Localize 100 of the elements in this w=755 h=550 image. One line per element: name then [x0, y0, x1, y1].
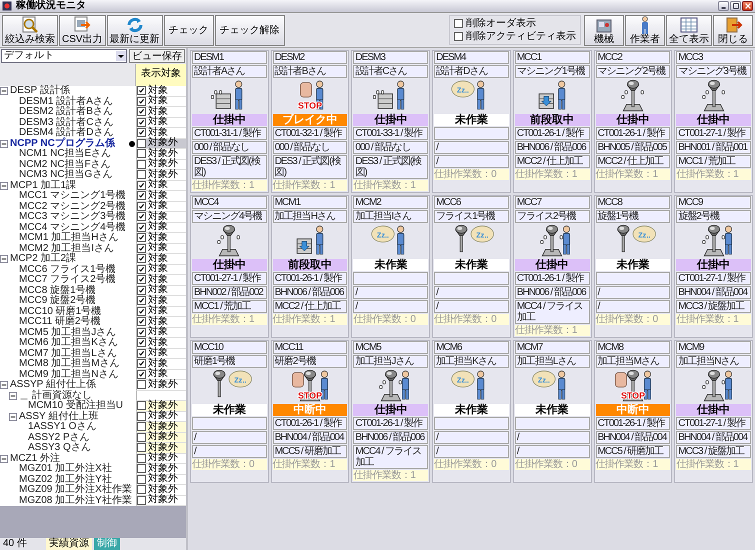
toolbar-button[interactable]: チェック解除 [214, 14, 285, 46]
collapse-icon[interactable] [0, 140, 8, 148]
resource-card[interactable]: MCM9 加工担当Nさん 仕掛中 CT001-27-1 / 製作 BHN004 / 部品004 MCC3 / 旋盤加工 仕掛作業数：1 [674, 340, 753, 483]
tree-item[interactable]: DESM1 設計者Aさん [0, 96, 136, 107]
checkbox[interactable] [137, 317, 146, 326]
tree-item[interactable]: ASSYP 組付仕上係 [0, 380, 136, 390]
tree-item[interactable]: DESM3 設計者Cさん [0, 118, 136, 128]
tree-item[interactable]: MCC3 マシニング3号機 [0, 212, 136, 222]
tree-item[interactable]: MCC4 マシニング4号機 [0, 222, 136, 233]
resource-card[interactable]: DESM4 設計者Dさん Zz‥ 未作業 / / 仕掛作業数：0 [432, 50, 511, 193]
resource-card[interactable]: DESM3 設計者Cさん 仕掛中 CT001-33-1 / 製作 000 / 部品なし DES3 / 正式図(検図) 仕掛作業数：1 [351, 50, 430, 193]
tree-item[interactable]: MCP2 加工2課 [0, 254, 136, 264]
tree-item[interactable]: NCPP NCプログラム係 [0, 138, 136, 149]
tree-item[interactable]: MGZ08 加工外注Y社作業 [0, 496, 136, 506]
resource-card[interactable]: MCC3 マシニング3号機 仕掛中 CT001-27-1 / 製作 BHN001 / 部品001 MCC1 / 荒加工 仕掛作業数：1 [674, 50, 753, 193]
checkbox[interactable] [137, 107, 146, 116]
tree-item[interactable]: DESM4 設計者Dさん [0, 128, 136, 138]
toolbar-button[interactable]: 作業者 [625, 14, 665, 46]
collapse-icon[interactable] [9, 412, 17, 421]
toolbar-button[interactable]: 絞込み検索 [2, 14, 58, 46]
checkbox[interactable] [137, 149, 146, 158]
tree-item[interactable]: MCC2 マシニング2号機 [0, 202, 136, 212]
tree-item[interactable]: MCM6 加工担当Kさん [0, 338, 136, 348]
tree-item[interactable]: MCC6 フライス1号機 [0, 264, 136, 275]
checkbox[interactable] [454, 32, 463, 41]
resource-card[interactable]: MCC10 研磨1号機 Zz‥ 未作業 / / 仕掛作業数：0 [190, 340, 269, 483]
checkbox[interactable] [137, 338, 146, 348]
checkbox[interactable] [137, 212, 146, 222]
tree-item[interactable]: MCM8 加工担当Mさん [0, 359, 136, 370]
save-view-button[interactable]: ビュー保存 [129, 49, 185, 63]
checkbox[interactable] [137, 86, 146, 96]
checkbox[interactable] [137, 401, 146, 410]
tree-item[interactable]: DESM2 設計者Bさん [0, 107, 136, 118]
checkbox[interactable] [137, 464, 146, 474]
collapse-icon[interactable] [0, 87, 8, 96]
tree-item[interactable]: MCP1 加工1課 [0, 180, 136, 191]
close-button[interactable] [742, 1, 753, 11]
tree-item[interactable]: MCC11 研磨2号機 [0, 317, 136, 328]
tree-item[interactable]: ASSY3 Qさん [0, 443, 136, 454]
checkbox[interactable] [137, 359, 146, 368]
checkbox[interactable] [137, 254, 146, 264]
resource-card[interactable]: MCC2 マシニング2号機 仕掛中 CT001-26-1 / 製作 BHN005 / 部品005 MCC2 / 仕上加工 仕掛作業数：1 [594, 50, 672, 193]
tree-item[interactable]: ASSY 組付仕上班 [0, 412, 136, 422]
checkbox[interactable] [137, 128, 146, 138]
tree-item[interactable]: MCM1 加工担当Hさん [0, 233, 136, 244]
tree-item[interactable]: MGZ02 加工外注Y社 [0, 474, 136, 485]
resource-card[interactable]: MCM6 加工担当Kさん Zz‥ 未作業 / / 仕掛作業数：0 [432, 340, 511, 483]
tree-item[interactable]: NCM2 NC担当Fさん [0, 160, 136, 170]
checkbox[interactable] [137, 380, 146, 390]
collapse-icon[interactable] [0, 381, 8, 390]
tree-item[interactable]: MGZ01 加工外注X社 [0, 464, 136, 474]
tree-item[interactable]: ASSY2 Pさん [0, 432, 136, 443]
tree-item[interactable]: MCC10 研磨1号機 [0, 306, 136, 317]
resource-card[interactable]: MCC4 マシニング4号機 仕掛中 CT001-27-1 / 製作 BHN002 / 部品002 MCC1 / 荒加工 仕掛作業数：1 [190, 195, 269, 338]
tree-item[interactable]: MCC9 旋盤2号機 [0, 296, 136, 306]
minimize-button[interactable] [718, 1, 729, 11]
collapse-icon[interactable] [0, 182, 8, 190]
view-dropdown[interactable]: デフォルト [1, 49, 127, 63]
toolbar-button[interactable]: チェック [164, 14, 214, 46]
toolbar-button[interactable]: 閉じる [713, 14, 753, 46]
resource-card[interactable]: MCC9 旋盤2号機 仕掛中 CT001-27-1 / 製作 BHN004 / 部品004 MCC3 / 旋盤加工 仕掛作業数：1 [674, 195, 753, 338]
resource-card[interactable]: MCC1 マシニング1号機 前段取中 CT001-26-1 / 製作 BHN006 / 部品006 MCC2 / 仕上加工 仕掛作業数：1 [512, 50, 592, 193]
resource-card[interactable]: MCM7 加工担当Lさん Zz‥ 未作業 / / 仕掛作業数：0 [512, 340, 592, 483]
tree-item[interactable]: MCC1 マシニング1号機 [0, 191, 136, 202]
checkbox[interactable] [137, 233, 146, 242]
tree-item[interactable]: MCM7 加工担当Lさん [0, 348, 136, 359]
tree-item[interactable]: ＿ 計画資源なし [0, 390, 136, 401]
tree-item[interactable]: NCM3 NC担当Gさん [0, 170, 136, 180]
toolbar-button[interactable]: 機械 [584, 14, 624, 46]
checkbox[interactable] [137, 191, 146, 200]
resource-card[interactable]: MCC7 フライス2号機 仕掛中 CT001-26-1 / 製作 BHN006 / 部品006 MCC4 / フライス加工 仕掛作業数：1 [512, 195, 592, 338]
tree-item[interactable]: NCM1 NC担当Eさん [0, 149, 136, 160]
checkbox[interactable] [137, 275, 146, 284]
checkbox[interactable] [137, 170, 146, 180]
collapse-icon[interactable] [0, 255, 8, 264]
toolbar-button[interactable]: 全て表示 [666, 14, 712, 46]
toolbar-button[interactable]: CSV出力 [59, 14, 106, 46]
tree-item[interactable]: MCM2 加工担当Iさん [0, 244, 136, 254]
tree-item[interactable]: 1ASSY1 Oさん [0, 422, 136, 432]
checkbox[interactable] [137, 443, 146, 452]
tree-item[interactable]: MCC8 旋盤1号機 [0, 286, 136, 296]
resource-card[interactable]: MCC6 フライス1号機 Zz‥ 未作業 / / 仕掛作業数：0 [432, 195, 511, 338]
tree-item[interactable]: MCC7 フライス2号機 [0, 275, 136, 286]
collapse-icon[interactable] [9, 392, 17, 400]
checkbox[interactable] [137, 485, 146, 494]
tree-item[interactable]: DESP 設計係 [0, 86, 136, 96]
tree-item[interactable]: MCM9 加工担当Nさん [0, 370, 136, 380]
checkbox[interactable] [454, 19, 463, 28]
maximize-button[interactable] [730, 1, 741, 11]
tree-item[interactable]: MCM5 加工担当Jさん [0, 328, 136, 338]
toolbar-button[interactable]: 最新に更新 [106, 14, 163, 46]
tree-item[interactable]: MCZ1 外注 [0, 454, 136, 464]
checkbox[interactable] [137, 296, 146, 306]
checkbox[interactable] [137, 422, 146, 432]
resource-card[interactable]: MCM5 加工担当Jさん 仕掛中 CT001-26-1 / 製作 BHN006 / 部品006 MCC4 / フライス加工 仕掛作業数：1 [351, 340, 430, 483]
resource-card[interactable]: DESM1 設計者Aさん 仕掛中 CT001-31-1 / 製作 000 / 部品なし DES3 / 正式図(検図) 仕掛作業数：1 [190, 50, 269, 193]
tree-item[interactable]: MGZ09 加工外注X社作業 [0, 485, 136, 496]
resource-card[interactable]: MCM1 加工担当Hさん 前段取中 CT001-26-1 / 製作 BHN006 / 部品006 MCC2 / 仕上加工 仕掛作業数：1 [270, 195, 350, 338]
resource-card[interactable]: MCC8 旋盤1号機 Zz‥ 未作業 / / 仕掛作業数：0 [594, 195, 672, 338]
collapse-icon[interactable] [0, 454, 8, 463]
